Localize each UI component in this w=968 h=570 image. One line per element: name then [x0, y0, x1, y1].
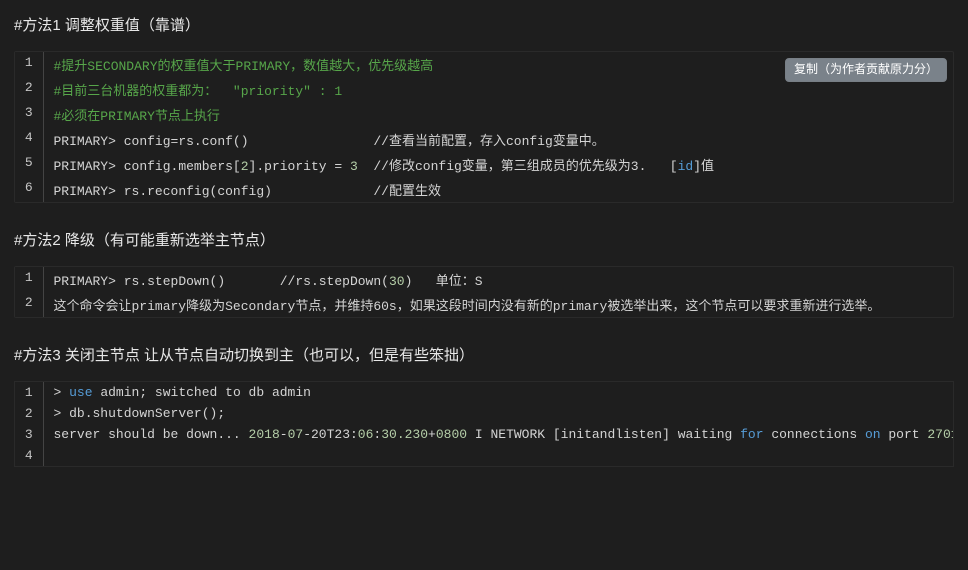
heading-method3: #方法3 关闭主节点 让从节点自动切换到主（也可以，但是有些笨拙） [14, 344, 954, 365]
code-block-3-scroll[interactable]: 1> use admin; switched to db admin2> db.… [14, 381, 954, 467]
code-block-2: 1PRIMARY> rs.stepDown() //rs.stepDown(30… [14, 266, 954, 318]
code-line: PRIMARY> rs.stepDown() //rs.stepDown(30)… [43, 267, 953, 292]
line-number: 2 [15, 292, 43, 317]
code-line: > use admin; switched to db admin [43, 382, 954, 403]
line-number: 1 [15, 52, 43, 77]
heading-method1: #方法1 调整权重值（靠谱） [14, 14, 954, 35]
code-line: PRIMARY> config.members[2].priority = 3 … [43, 152, 953, 177]
line-number: 3 [15, 424, 43, 445]
code-line: 这个命令会让primary降级为Secondary节点，并维持60s，如果这段时… [43, 292, 953, 317]
heading-method2: #方法2 降级（有可能重新选举主节点） [14, 229, 954, 250]
code-block-3: 1> use admin; switched to db admin2> db.… [15, 382, 954, 466]
line-number: 5 [15, 152, 43, 177]
line-number: 2 [15, 403, 43, 424]
line-number: 4 [15, 127, 43, 152]
copy-button[interactable]: 复制（为作者贡献原力分） [785, 58, 947, 82]
code-line: > db.shutdownServer(); [43, 403, 954, 424]
code-line: PRIMARY> config=rs.conf() //查看当前配置，存入con… [43, 127, 953, 152]
code-line: PRIMARY> rs.reconfig(config) //配置生效 [43, 177, 953, 202]
line-number: 3 [15, 102, 43, 127]
code-line: #必须在PRIMARY节点上执行 [43, 102, 953, 127]
code-block-1: 复制（为作者贡献原力分） 1#提升SECONDARY的权重值大于PRIMARY，… [14, 51, 954, 203]
line-number: 4 [15, 445, 43, 466]
code-line [43, 445, 954, 466]
line-number: 1 [15, 382, 43, 403]
line-number: 2 [15, 77, 43, 102]
line-number: 6 [15, 177, 43, 202]
line-number: 1 [15, 267, 43, 292]
code-line: server should be down... 2018-07-20T23:0… [43, 424, 954, 445]
